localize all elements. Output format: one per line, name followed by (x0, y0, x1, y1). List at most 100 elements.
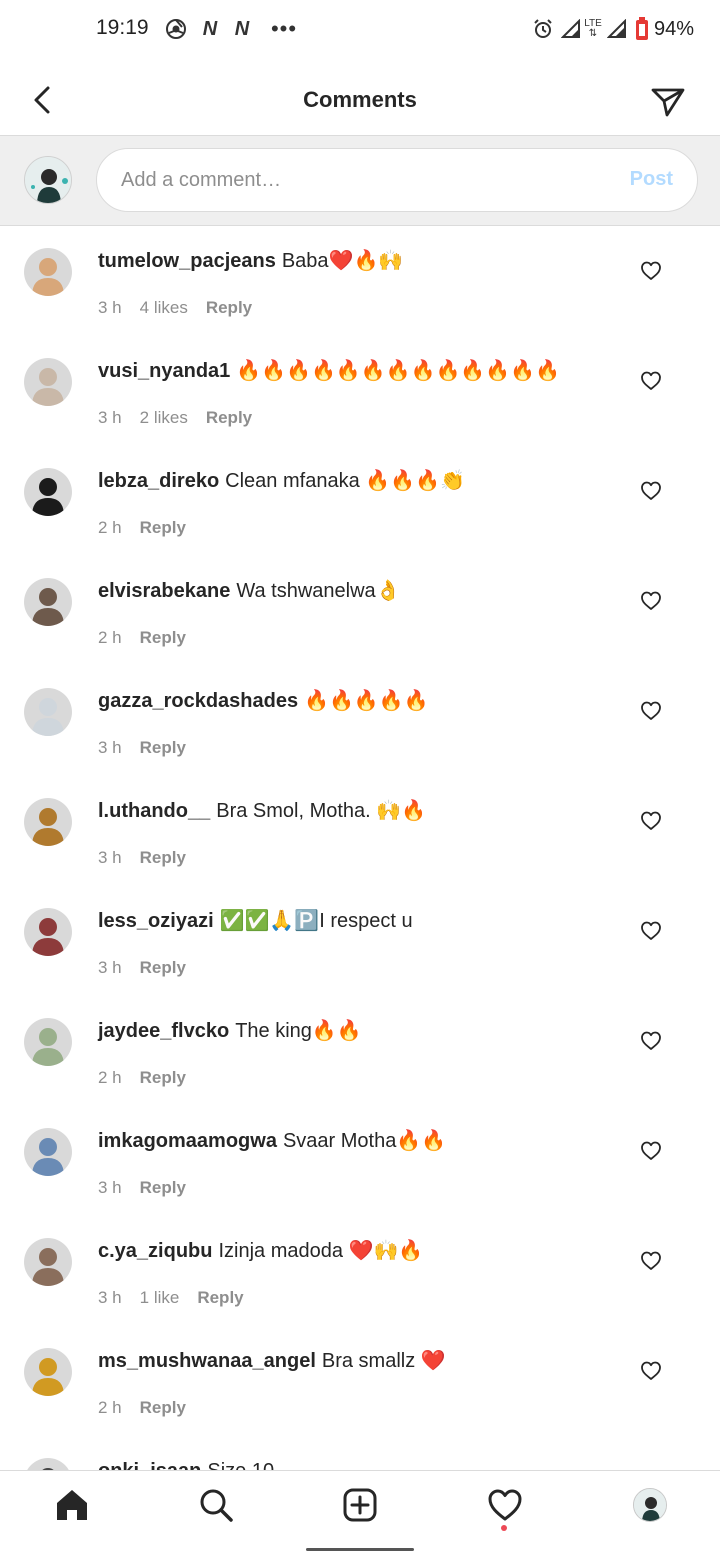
comment-time: 3 h (98, 738, 122, 757)
comment-meta: 2 h Reply (98, 518, 186, 538)
reply-button[interactable]: Reply (140, 1178, 186, 1198)
comment-body: Izinja madoda ❤️🙌🔥 (218, 1240, 424, 1262)
comment-text: ms_mushwanaa_angel Bra smallz ❤️ (98, 1348, 618, 1374)
comment-likes[interactable]: 2 likes (140, 408, 188, 428)
nav-add[interactable] (340, 1485, 380, 1525)
comment-item: elvisrabekane Wa tshwanelwa👌 2 h Reply (0, 556, 720, 666)
comment-body: Bra Smol, Motha. 🙌🔥 (216, 800, 427, 822)
comment-text: gazza_rockdashades 🔥🔥🔥🔥🔥 (98, 688, 618, 714)
like-comment-button[interactable] (640, 1140, 662, 1162)
heart-icon (641, 591, 661, 610)
like-comment-button[interactable] (640, 920, 662, 942)
nav-profile[interactable] (630, 1485, 670, 1525)
reply-button[interactable]: Reply (197, 1288, 243, 1308)
comment-time: 3 h (98, 1178, 122, 1197)
like-comment-button[interactable] (640, 1250, 662, 1272)
search-icon (200, 1489, 233, 1522)
header: Comments (0, 58, 720, 136)
nav-search[interactable] (196, 1485, 236, 1525)
avatar[interactable] (24, 1018, 72, 1066)
like-comment-button[interactable] (640, 370, 662, 392)
avatar[interactable] (24, 248, 72, 296)
heart-icon (641, 1031, 661, 1050)
reply-button[interactable]: Reply (140, 1068, 186, 1088)
like-comment-button[interactable] (640, 1360, 662, 1382)
comment-time: 2 h (98, 1068, 122, 1087)
heart-icon (641, 701, 661, 720)
comment-username[interactable]: lebza_direko (98, 470, 219, 492)
like-comment-button[interactable] (640, 810, 662, 832)
comment-text: lebza_direko Clean mfanaka 🔥🔥🔥👏 (98, 468, 618, 494)
reply-button[interactable]: Reply (206, 408, 252, 428)
avatar[interactable] (24, 578, 72, 626)
comment-item: onki_isaan Size 10 (0, 1436, 720, 1470)
reply-button[interactable]: Reply (206, 298, 252, 318)
comment-input-container: Post (96, 148, 698, 212)
comment-username[interactable]: tumelow_pacjeans (98, 250, 276, 272)
avatar[interactable] (24, 908, 72, 956)
comment-username[interactable]: vusi_nyanda1 (98, 360, 230, 382)
comment-likes[interactable]: 4 likes (140, 298, 188, 318)
like-comment-button[interactable] (640, 700, 662, 722)
comment-username[interactable]: imkagomaamogwa (98, 1130, 277, 1152)
comment-username[interactable]: l.uthando__ (98, 800, 210, 822)
nav-home[interactable] (52, 1485, 92, 1525)
comment-body: 🔥🔥🔥🔥🔥🔥🔥🔥🔥🔥🔥🔥🔥 (236, 360, 561, 382)
comment-time: 3 h (98, 298, 122, 317)
comment-body: 🔥🔥🔥🔥🔥 (304, 690, 429, 712)
gesture-bar (0, 1536, 720, 1560)
nav-activity[interactable] (485, 1485, 525, 1525)
avatar[interactable] (24, 358, 72, 406)
comment-meta: 2 h Reply (98, 1398, 186, 1418)
comments-list[interactable]: tumelow_pacjeans Baba❤️🔥🙌 3 h4 likes Reply v… (0, 226, 720, 1470)
comment-item: gazza_rockdashades 🔥🔥🔥🔥🔥 3 h Reply (0, 666, 720, 776)
like-comment-button[interactable] (640, 590, 662, 612)
comment-username[interactable]: ms_mushwanaa_angel (98, 1350, 316, 1372)
avatar[interactable] (24, 1238, 72, 1286)
comment-meta: 3 h 1 like Reply (98, 1288, 244, 1308)
reply-button[interactable]: Reply (140, 1398, 186, 1418)
reply-button[interactable]: Reply (140, 958, 186, 978)
comment-likes[interactable]: 1 like (140, 1288, 180, 1308)
comment-username[interactable]: onki_isaan (98, 1460, 201, 1470)
comment-username[interactable]: c.ya_ziqubu (98, 1240, 212, 1262)
comment-username[interactable]: less_oziyazi (98, 910, 214, 932)
gesture-handle[interactable] (306, 1548, 414, 1551)
like-comment-button[interactable] (640, 260, 662, 282)
like-comment-button[interactable] (640, 480, 662, 502)
comment-item: imkagomaamogwa Svaar Motha🔥🔥 3 h Reply (0, 1106, 720, 1216)
comment-item: l.uthando__ Bra Smol, Motha. 🙌🔥 3 h Reply (0, 776, 720, 886)
comment-body: Wa tshwanelwa👌 (236, 580, 401, 602)
battery-percentage: 94% (654, 18, 695, 40)
chrome-icon (164, 17, 188, 41)
post-button[interactable]: Post (630, 168, 673, 191)
comment-item: vusi_nyanda1 🔥🔥🔥🔥🔥🔥🔥🔥🔥🔥🔥🔥🔥 3 h 2 likes Reply (0, 336, 720, 446)
reply-button[interactable]: Reply (140, 518, 186, 538)
avatar[interactable] (24, 1348, 72, 1396)
comment-body: ✅✅🙏🅿️I respect u (219, 910, 413, 932)
avatar[interactable] (24, 1458, 72, 1470)
avatar[interactable] (24, 798, 72, 846)
share-button[interactable] (648, 82, 688, 122)
comment-item: less_oziyazi ✅✅🙏🅿️I respect u 3 h Reply (0, 886, 720, 996)
avatar[interactable] (24, 1128, 72, 1176)
comment-body: Clean mfanaka 🔥🔥🔥👏 (225, 470, 465, 492)
like-comment-button[interactable] (640, 1030, 662, 1052)
status-bar: 19:19 N N ••• LTE ⇅ 94% (0, 0, 720, 58)
comment-username[interactable]: jaydee_flvcko (98, 1020, 229, 1042)
comment-meta: 3 h Reply (98, 738, 186, 758)
avatar[interactable] (24, 468, 72, 516)
comment-time: 3 h (98, 848, 122, 867)
comment-username[interactable]: gazza_rockdashades (98, 690, 298, 712)
reply-button[interactable]: Reply (140, 628, 186, 648)
reply-button[interactable]: Reply (140, 738, 186, 758)
reply-button[interactable]: Reply (140, 848, 186, 868)
comment-username[interactable]: elvisrabekane (98, 580, 230, 602)
comment-text: imkagomaamogwa Svaar Motha🔥🔥 (98, 1128, 618, 1154)
comment-input[interactable] (121, 149, 601, 211)
avatar[interactable] (24, 688, 72, 736)
comment-meta: 3 h 2 likes Reply (98, 408, 252, 428)
heart-icon (641, 811, 661, 830)
lte-indicator: LTE ⇅ (582, 17, 604, 41)
activity-icon (488, 1489, 522, 1521)
